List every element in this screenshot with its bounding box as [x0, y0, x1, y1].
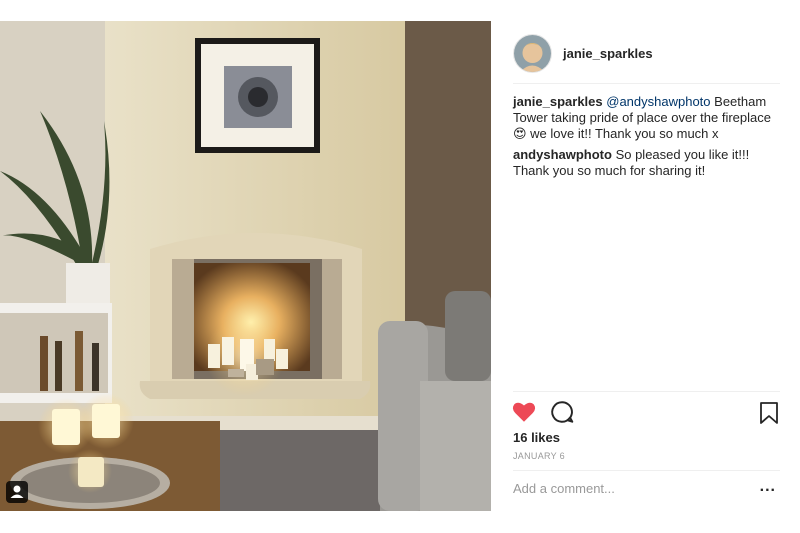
comment-icon	[551, 401, 574, 423]
post-header: janie_sparkles	[513, 33, 653, 73]
save-button[interactable]	[758, 401, 780, 425]
action-bar	[511, 399, 587, 425]
fireplace-photo-illustration	[0, 21, 491, 511]
instagram-post: janie_sparkles janie_sparkles @andyshawp…	[0, 21, 780, 511]
avatar[interactable]	[513, 33, 552, 73]
post-sidebar: janie_sparkles janie_sparkles @andyshawp…	[491, 21, 780, 511]
more-options-icon[interactable]: ...	[760, 478, 776, 496]
bookmark-icon	[760, 402, 778, 424]
usertag-icon	[10, 485, 24, 498]
heart-icon	[512, 402, 536, 422]
user-tag-button[interactable]	[6, 481, 28, 503]
post-photo[interactable]	[0, 21, 491, 511]
avatar-image	[514, 34, 551, 72]
likes-count[interactable]: 16 likes	[513, 430, 560, 445]
add-comment-input[interactable]: Add a comment...	[513, 481, 615, 496]
header-divider	[513, 83, 780, 84]
like-button[interactable]	[511, 399, 537, 425]
comment-1: andyshawphoto So pleased you like it!!! …	[513, 147, 775, 179]
comment-box-divider	[513, 470, 780, 471]
comment-username[interactable]: janie_sparkles	[513, 94, 603, 109]
header-username[interactable]: janie_sparkles	[563, 46, 653, 61]
comment-button[interactable]	[549, 399, 575, 425]
comments-list: janie_sparkles @andyshawphoto Beetham To…	[513, 94, 775, 184]
comment-0: janie_sparkles @andyshawphoto Beetham To…	[513, 94, 775, 142]
comment-username[interactable]: andyshawphoto	[513, 147, 612, 162]
actions-divider	[513, 391, 780, 392]
comment-mention[interactable]: @andyshawphoto	[606, 94, 710, 109]
post-date[interactable]: JANUARY 6	[513, 451, 565, 461]
